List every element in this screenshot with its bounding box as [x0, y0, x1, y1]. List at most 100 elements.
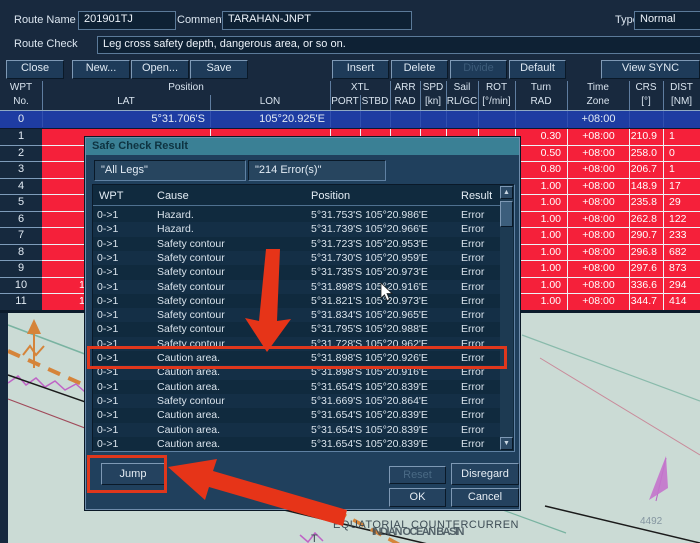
- cell-wpt: 0->1: [97, 380, 153, 394]
- cell-cause: Safety contour: [157, 237, 307, 251]
- cell-time: +08:00: [567, 278, 629, 295]
- cell-wpt-no: 4: [0, 179, 42, 196]
- cell-result: Error: [461, 394, 499, 408]
- check-result-row[interactable]: 0->1Caution area.5°31.654'S 105°20.839'E…: [93, 437, 500, 451]
- cell-cause: Safety contour: [157, 322, 307, 336]
- cell-wpt: 0->1: [97, 423, 153, 437]
- cell-result: Error: [461, 280, 499, 294]
- cell-cause: Caution area.: [157, 437, 307, 451]
- col-header-position: Position: [311, 187, 350, 205]
- cell-position: 5°32.643'S 105°20.403'E: [311, 451, 459, 452]
- check-result-row[interactable]: 0->1 Caution area. 5°31.654'S 105°20.839'E…: [93, 408, 500, 422]
- ok-button[interactable]: OK: [389, 488, 446, 507]
- cell-time: +08:00: [567, 162, 629, 179]
- check-result-row[interactable]: 0->1 Safety contour 5°31.669'S 105°20.864'…: [93, 394, 500, 408]
- cell-result: Error: [461, 322, 499, 336]
- dialog-titlebar[interactable]: Safe Check Result: [86, 138, 519, 155]
- cell-wpt-no: 3: [0, 162, 42, 179]
- cell-position: 5°31.753'S 105°20.986'E: [311, 208, 459, 222]
- cell-result: Error: [461, 423, 499, 437]
- chart-left-border: [0, 313, 8, 543]
- cell-result: Error: [461, 308, 499, 322]
- check-result-row[interactable]: 0->1Safety contour5°31.730'S 105°20.959'…: [93, 251, 500, 265]
- check-result-row[interactable]: 0->1Hazard.5°31.753'S 105°20.986'EError: [93, 208, 500, 222]
- cell-cause: Caution area.: [157, 408, 307, 422]
- cell-wpt-no: 2: [0, 146, 42, 163]
- cell-cause: Safety contour: [157, 265, 307, 279]
- cell-crs: 290.7: [629, 228, 663, 245]
- scrollbar[interactable]: ▲ ▼: [500, 186, 513, 450]
- cell-dist: 233: [663, 228, 700, 245]
- check-result-row[interactable]: 1->2Caution area.5°32.643'S 105°20.403'E…: [93, 451, 500, 452]
- check-result-row[interactable]: 0->1Caution area.5°31.654'S 105°20.839'E…: [93, 423, 500, 437]
- cell-turn: 1.00: [515, 212, 567, 229]
- check-result-row[interactable]: 0->1Safety contour5°31.795'S 105°20.988'…: [93, 322, 500, 336]
- cell-position: 5°31.821'S 105°20.973'E: [311, 294, 459, 308]
- check-result-row[interactable]: 0->1Safety contour5°31.735'S 105°20.973'…: [93, 265, 500, 279]
- cell-dist: 1: [663, 129, 700, 146]
- cell-position: 5°31.730'S 105°20.959'E: [311, 251, 459, 265]
- cell-cause: Safety contour: [157, 394, 307, 408]
- error-count-field: "214 Error(s)": [248, 160, 386, 181]
- check-result-row[interactable]: 0->1Safety contour5°31.834'S 105°20.965'…: [93, 308, 500, 322]
- cell-time: +08:00: [567, 195, 629, 212]
- cell-wpt-no: 9: [0, 261, 42, 278]
- cell-crs: 344.7: [629, 294, 663, 311]
- cell-wpt: 0->1: [97, 394, 153, 408]
- cell-crs: 296.8: [629, 245, 663, 262]
- leg-filter-dropdown[interactable]: "All Legs": [94, 160, 246, 181]
- cell-wpt: 0->1: [97, 237, 153, 251]
- cell-wpt-no: 7: [0, 228, 42, 245]
- cell-wpt: 0->1: [97, 322, 153, 336]
- highlight-box-jump-button: [87, 455, 167, 493]
- cell-time: +08:00: [567, 129, 629, 146]
- cell-turn: 1.00: [515, 245, 567, 262]
- route-editor-screen: Route Name 201901TJ Comment TARAHAN-JNPT…: [0, 0, 700, 543]
- cell-wpt-no: 1: [0, 129, 42, 146]
- cell-turn: 1.00: [515, 294, 567, 311]
- cancel-button[interactable]: Cancel: [451, 488, 519, 507]
- cell-time: +08:00: [567, 228, 629, 245]
- cell-crs: 336.6: [629, 278, 663, 295]
- check-result-row[interactable]: 0->1Hazard.5°31.739'S 105°20.966'EError: [93, 222, 500, 236]
- scroll-down-button[interactable]: ▼: [500, 437, 513, 450]
- cell-crs: 235.8: [629, 195, 663, 212]
- scroll-thumb[interactable]: [500, 201, 513, 227]
- depth-sounding: 4492: [640, 516, 662, 527]
- cell-position: 5°31.669'S 105°20.864'E: [311, 394, 459, 408]
- cell-dist: 17: [663, 179, 700, 196]
- cell-wpt-no: 5: [0, 195, 42, 212]
- cell-time: +08:00: [567, 261, 629, 278]
- cell-turn: 1.00: [515, 278, 567, 295]
- check-result-row[interactable]: 0->1Caution area.5°31.654'S 105°20.839'E…: [93, 380, 500, 394]
- check-result-list[interactable]: WPT Cause Position Result 0->1Hazard.5°3…: [92, 184, 515, 452]
- cell-cause: Hazard.: [157, 208, 307, 222]
- cell-cause: Hazard.: [157, 222, 307, 236]
- check-result-row[interactable]: 0->1Safety contour5°31.723'S 105°20.953'…: [93, 237, 500, 251]
- scroll-up-button[interactable]: ▲: [500, 186, 513, 199]
- cell-crs: 258.0: [629, 146, 663, 163]
- cell-turn: 1.00: [515, 228, 567, 245]
- cell-result: Error: [461, 294, 499, 308]
- disregard-button[interactable]: Disregard: [451, 463, 519, 485]
- cell-wpt: 0->1: [97, 208, 153, 222]
- cell-result: Error: [461, 380, 499, 394]
- cell-wpt: 0->1: [97, 408, 153, 422]
- cell-time: +08:00: [567, 179, 629, 196]
- cell-result: Error: [461, 451, 499, 452]
- cell-position: 5°31.654'S 105°20.839'E: [311, 408, 459, 422]
- cell-position: 5°31.739'S 105°20.966'E: [311, 222, 459, 236]
- cell-result: Error: [461, 437, 499, 451]
- map-label-basin: INDIAN OCEAN BASIN: [372, 526, 463, 538]
- cell-result: Error: [461, 237, 499, 251]
- cell-cause: Caution area.: [157, 451, 307, 452]
- list-header-divider: [93, 205, 500, 206]
- cell-wpt-no: 8: [0, 245, 42, 262]
- highlight-box-caution-row: [87, 346, 507, 369]
- cell-time: +08:00: [567, 212, 629, 229]
- check-result-row[interactable]: 0->1Safety contour5°31.821'S 105°20.973'…: [93, 294, 500, 308]
- check-result-row[interactable]: 0->1Safety contour5°31.898'S 105°20.916'…: [93, 280, 500, 294]
- cell-crs: 297.6: [629, 261, 663, 278]
- cell-dist: 122: [663, 212, 700, 229]
- cell-turn: 1.00: [515, 195, 567, 212]
